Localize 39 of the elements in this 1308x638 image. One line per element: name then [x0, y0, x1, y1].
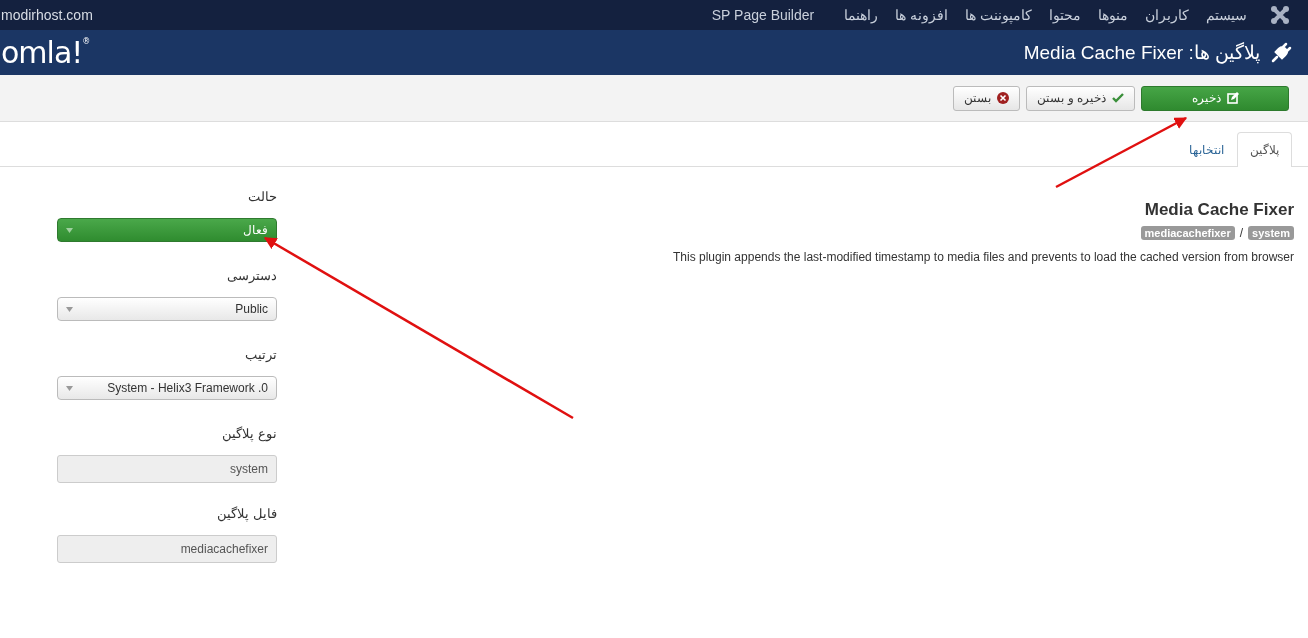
select-field[interactable]: فعال [57, 218, 277, 242]
plugin-name: Media Cache Fixer [1143, 200, 1294, 220]
field-label: نوع پلاگین [221, 426, 277, 441]
menu-item[interactable]: محتوا [1049, 7, 1081, 23]
menu-item[interactable]: راهنما [844, 7, 879, 23]
plugin-description: This plugin appends the last-modified timestamp to media files and prevents to load the cached version from browser [672, 250, 1294, 264]
select-field[interactable]: 0. System - Helix3 Framework [57, 376, 277, 400]
close-icon [997, 92, 1010, 104]
element-badge: mediacachefixer [1140, 226, 1235, 240]
page-title: پلاگین ها: Media Cache Fixer [1023, 41, 1260, 64]
menu-item[interactable]: افزونه ها [895, 7, 949, 23]
joomla-logo-icon[interactable] [1270, 5, 1290, 25]
plug-icon [1270, 41, 1292, 64]
menu-item[interactable]: منوها [1098, 7, 1128, 23]
check-icon [1112, 92, 1124, 104]
separator: / [1239, 226, 1244, 240]
menu-item[interactable]: SP Page Builder [711, 7, 815, 23]
caret-icon [66, 385, 73, 391]
joomla-logo: omla!® [1, 35, 90, 70]
tab[interactable]: پلاگین [1237, 132, 1292, 167]
field-label: حالت [247, 189, 277, 204]
menu-item[interactable]: کاربران [1145, 7, 1189, 23]
menu-item[interactable]: کامپوننت ها [965, 7, 1032, 23]
readonly-field[interactable]: mediacachefixer [57, 535, 277, 563]
select-field[interactable]: Public [57, 297, 277, 321]
field-label: دسترسی [226, 268, 277, 283]
folder-badge: system [1248, 226, 1294, 240]
field-label: ترتیب [244, 347, 277, 362]
close-button[interactable]: بستن [953, 85, 1021, 111]
tab[interactable]: انتخابها [1176, 132, 1237, 167]
menu-item[interactable]: سیستم [1206, 7, 1247, 23]
caret-icon [66, 227, 73, 233]
readonly-field[interactable]: system [57, 455, 277, 483]
field-label: فایل پلاگین [216, 506, 277, 521]
save-close-button[interactable]: ذخیره و بستن [1026, 85, 1135, 111]
site-link[interactable]: modirhost.com [1, 7, 93, 23]
caret-icon [66, 306, 73, 312]
edit-icon [1226, 92, 1239, 104]
save-button[interactable]: ذخیره [1141, 85, 1289, 111]
